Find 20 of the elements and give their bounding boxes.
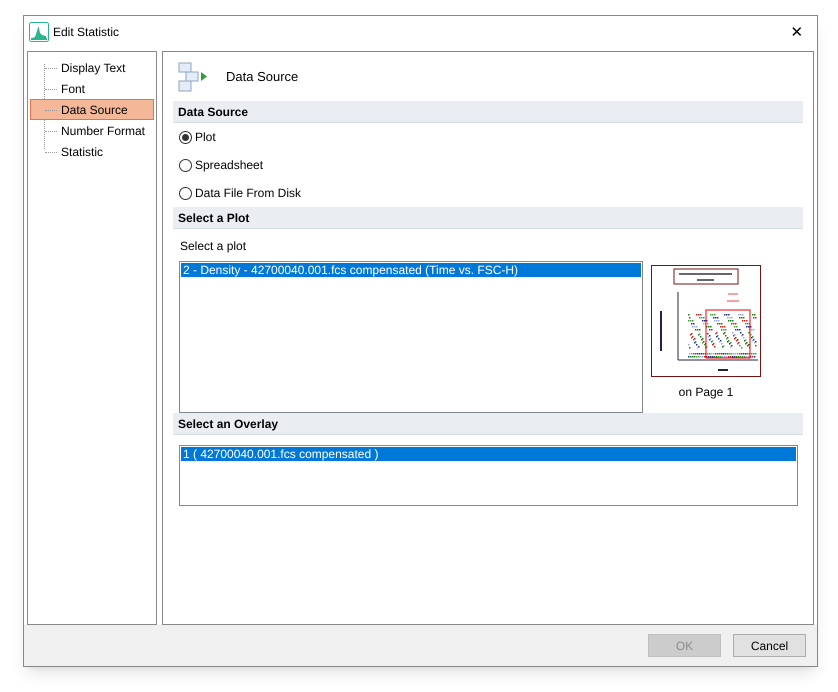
window-title: Edit Statistic bbox=[53, 24, 120, 41]
section-header: Data Source bbox=[173, 101, 803, 123]
cancel-button[interactable]: Cancel bbox=[733, 634, 806, 657]
page-title: Data Source bbox=[226, 68, 298, 86]
tree-item[interactable]: Statistic bbox=[30, 141, 154, 162]
section-header: Select a Plot bbox=[173, 207, 803, 229]
field-label: Select a plot bbox=[179, 238, 248, 255]
tree-item[interactable]: Data Source bbox=[30, 99, 154, 120]
app-chart-icon bbox=[29, 22, 49, 42]
list-item[interactable]: 2 - Density - 42700040.001.fcs compensated (Time vs. FSC-H) bbox=[181, 263, 641, 277]
radio-option[interactable]: Plot bbox=[179, 123, 803, 151]
radio-option[interactable]: Data File From Disk bbox=[179, 179, 803, 207]
plot-caption: on Page 1 bbox=[678, 384, 734, 401]
tree-item[interactable]: Display Text bbox=[30, 57, 154, 78]
radio-option[interactable]: Spreadsheet bbox=[179, 151, 803, 179]
close-button[interactable]: ✕ bbox=[782, 20, 812, 44]
tree-item[interactable]: Font bbox=[30, 78, 154, 99]
tree-item[interactable]: Number Format bbox=[30, 120, 154, 141]
list-item[interactable]: 1 ( 42700040.001.fcs compensated ) bbox=[181, 447, 796, 461]
section-header: Select an Overlay bbox=[173, 413, 803, 435]
